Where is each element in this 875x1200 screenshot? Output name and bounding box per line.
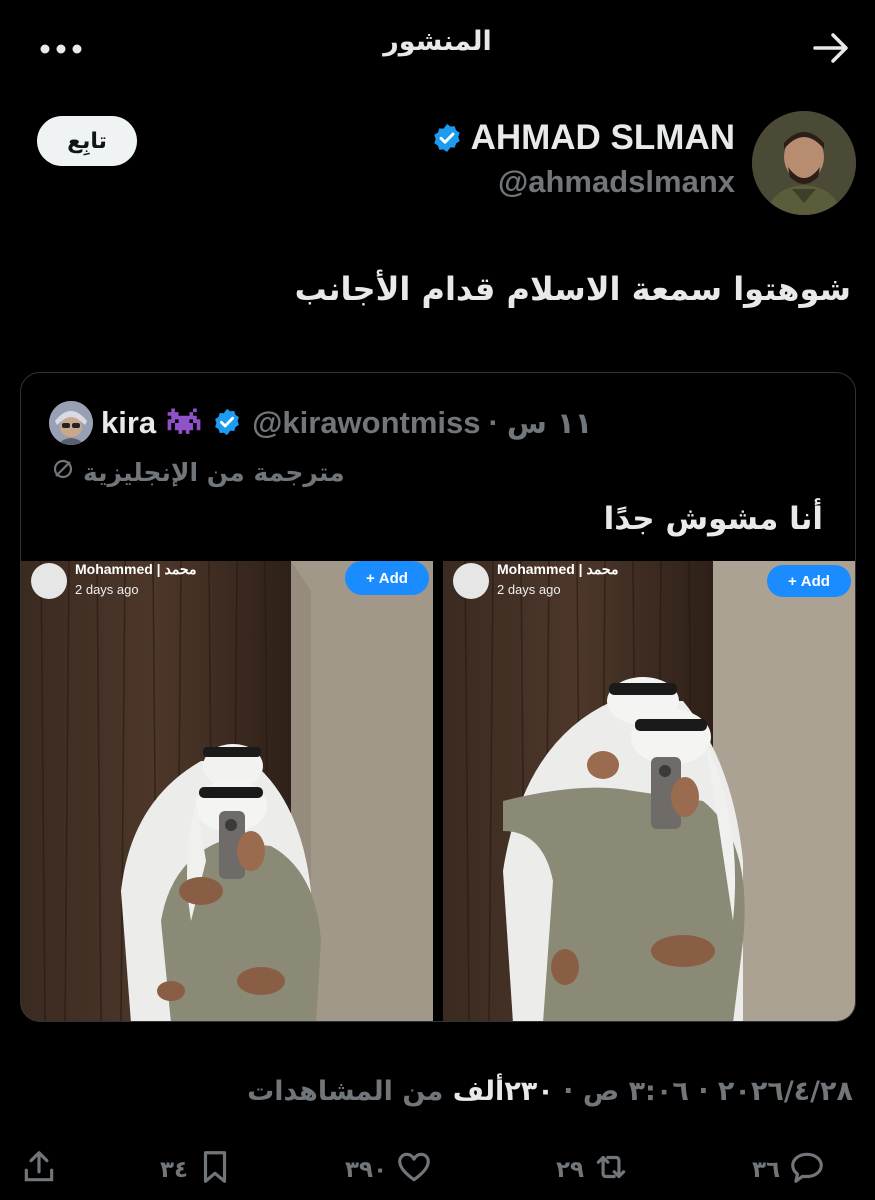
media-image-1[interactable]: Mohammed | محمد 2 days ago + Add <box>21 561 433 1021</box>
views-count[interactable]: ٢٣٠ألف <box>453 1076 554 1107</box>
page-title: المنشور <box>383 26 492 57</box>
meta-separator: · <box>698 1076 709 1107</box>
translation-note[interactable]: مترجمة من الإنجليزية <box>51 457 345 487</box>
share-icon <box>20 1148 58 1192</box>
top-bar: المنشور <box>0 0 875 96</box>
verified-badge-icon <box>212 407 244 439</box>
verified-badge-icon <box>431 122 463 154</box>
back-arrow-icon[interactable] <box>811 28 851 68</box>
post-time: ٣:٠٦ ص <box>582 1076 689 1107</box>
heart-icon <box>395 1148 433 1192</box>
author-name: AHMAD SLMAN <box>470 118 735 157</box>
story-header: Mohammed | محمد 2 days ago <box>31 561 196 599</box>
story-avatar <box>31 563 67 599</box>
add-label: Add <box>378 569 408 587</box>
author-name-row: AHMAD SLMAN <box>431 118 735 158</box>
quote-author-handle: @kirawontmiss <box>252 405 481 440</box>
like-count: ٣٩٠ <box>345 1157 388 1183</box>
add-label: Add <box>800 572 830 590</box>
media-image-2[interactable]: Mohammed | محمد 2 days ago + Add <box>443 561 855 1021</box>
author-handle: @ahmadslmanx <box>498 164 735 199</box>
plus-icon: + <box>366 569 375 587</box>
bookmark-count: ٣٤ <box>160 1157 189 1183</box>
story-time: 2 days ago <box>75 582 139 597</box>
follow-button[interactable]: تابِع <box>37 116 137 166</box>
story-time: 2 days ago <box>497 582 561 597</box>
reply-button[interactable]: ٣٦ <box>752 1148 826 1192</box>
post-date: ٢٠٢٦/٤/٢٨ <box>717 1076 853 1107</box>
story-username: Mohammed | محمد <box>497 561 619 577</box>
story-avatar <box>453 563 489 599</box>
translate-icon <box>51 457 75 487</box>
post-text: شوهتوا سمعة الاسلام قدام الأجانب <box>294 270 851 308</box>
author-avatar[interactable] <box>752 111 856 215</box>
quote-avatar[interactable] <box>49 401 93 445</box>
like-button[interactable]: ٣٩٠ <box>345 1148 433 1192</box>
add-friend-button[interactable]: + Add <box>767 565 851 597</box>
author-info[interactable]: AHMAD SLMAN @ahmadslmanx <box>431 118 735 200</box>
repost-count: ٢٩ <box>556 1157 585 1183</box>
repost-button[interactable]: ٢٩ <box>556 1148 630 1192</box>
reply-icon <box>788 1148 826 1192</box>
quoted-post[interactable]: kira @kirawontmiss · ١١ س مترجمة من الإن… <box>20 372 856 1022</box>
translation-label: مترجمة من الإنجليزية <box>83 457 345 487</box>
quote-text: أنا مشوش جدًا <box>603 501 823 537</box>
quote-header: kira @kirawontmiss · ١١ س <box>49 401 592 445</box>
separator-dot: · <box>488 405 499 440</box>
story-header: Mohammed | محمد 2 days ago <box>453 561 618 599</box>
quote-timestamp: ١١ س <box>506 406 593 440</box>
alien-monster-icon <box>164 408 204 438</box>
bookmark-button[interactable]: ٣٤ <box>160 1148 234 1192</box>
share-button[interactable] <box>20 1148 58 1192</box>
story-username: Mohammed | محمد <box>75 561 197 577</box>
bookmark-icon <box>196 1148 234 1192</box>
post-meta: ٢٠٢٦/٤/٢٨ · ٣:٠٦ ص · ٢٣٠ألف من المشاهدات <box>247 1076 853 1107</box>
quote-media[interactable]: Mohammed | محمد 2 days ago + Add Mohamme… <box>21 561 855 1021</box>
meta-separator: · <box>563 1076 574 1107</box>
add-friend-button[interactable]: + Add <box>345 561 429 595</box>
action-bar: ٣٤ ٣٩٠ ٢٩ ٣٦ <box>0 1148 875 1192</box>
quote-author-name: kira <box>101 405 157 440</box>
reply-count: ٣٦ <box>752 1157 781 1183</box>
views-label: من المشاهدات <box>247 1076 444 1107</box>
repost-icon <box>592 1148 630 1192</box>
plus-icon: + <box>788 572 797 590</box>
